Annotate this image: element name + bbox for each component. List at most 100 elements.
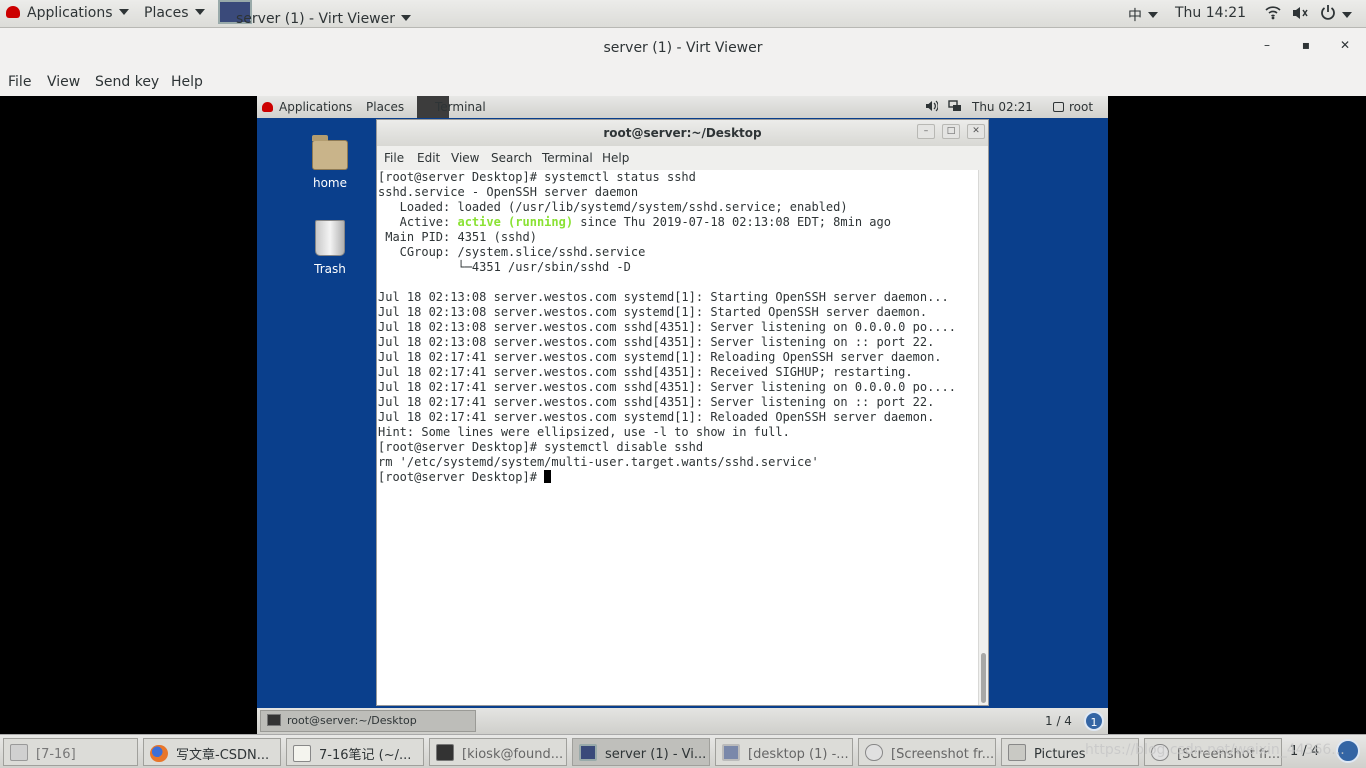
input-method-menu[interactable]: 中: [1128, 5, 1158, 25]
clock[interactable]: Thu 14:21: [1175, 5, 1246, 21]
taskbar-item-7-16[interactable]: [7-16]: [3, 738, 138, 766]
terminal-icon: [267, 714, 281, 726]
terminal-line: Jul 18 02:17:41 server.westos.com sshd[4…: [378, 395, 935, 409]
terminal-line-active: Active: active (running) since Thu 2019-…: [378, 215, 891, 229]
terminal-line: Jul 18 02:13:08 server.westos.com sshd[4…: [378, 335, 935, 349]
terminal-line: [root@server Desktop]# systemctl status …: [378, 170, 696, 184]
terminal-title: root@server:~/Desktop: [377, 120, 988, 146]
virt-viewer-window: server (1) - Virt Viewer – ▪ ✕ File View…: [0, 28, 1366, 96]
terminal-minimize-button[interactable]: –: [917, 124, 935, 139]
taskbar-item-screenshot-1[interactable]: [Screenshot fr...: [858, 738, 996, 766]
text-editor-icon: [293, 745, 311, 762]
notification-badge[interactable]: 1: [1084, 711, 1104, 731]
wifi-icon[interactable]: [1265, 4, 1281, 24]
chevron-down-icon: [401, 15, 411, 21]
guest-applications-label: Applications: [279, 100, 353, 114]
terminal-icon: [436, 744, 454, 761]
terminal-line: Main PID: 4351 (sshd): [378, 230, 537, 244]
chevron-down-icon: [1148, 12, 1158, 18]
input-method-label: 中: [1128, 8, 1142, 24]
watermark: https://blog.csdn.net/weixin_44366...: [1085, 742, 1345, 758]
terminal-line: Jul 18 02:17:41 server.westos.com sshd[4…: [378, 380, 956, 394]
menu-file[interactable]: File: [8, 74, 31, 90]
terminal-close-button[interactable]: ✕: [967, 124, 985, 139]
guest-places-menu[interactable]: Places: [366, 100, 404, 114]
desktop-icon-trash[interactable]: Trash: [300, 220, 360, 276]
terminal-scrollbar[interactable]: [978, 170, 988, 705]
window-title-label: server (1) - Virt Viewer: [236, 11, 395, 27]
terminal-menu-terminal[interactable]: Terminal: [542, 151, 593, 165]
file-icon: [10, 744, 28, 761]
desktop-icon-label: home: [312, 176, 348, 190]
menu-send-key[interactable]: Send key: [95, 74, 159, 90]
power-icon[interactable]: [1320, 4, 1352, 24]
terminal-line: Jul 18 02:17:41 server.westos.com sshd[4…: [378, 365, 913, 379]
terminal-line: Jul 18 02:17:41 server.westos.com system…: [378, 350, 942, 364]
taskbar-item-csdn[interactable]: 写文章-CSDN...: [143, 738, 281, 766]
screenshot-icon: [865, 744, 883, 761]
terminal-menu-view[interactable]: View: [451, 151, 479, 165]
terminal-menu-bar: File Edit View Search Terminal Help: [377, 146, 988, 170]
chevron-down-icon: [118, 9, 129, 15]
trash-icon: [315, 220, 345, 256]
redhat-icon: [6, 6, 20, 18]
folder-icon: [1008, 744, 1026, 761]
desktop-icon-home[interactable]: home: [300, 135, 360, 190]
guest-task-terminal[interactable]: root@server:~/Desktop: [260, 710, 476, 732]
host-top-bar: Applications Places server (1) - Virt Vi…: [0, 0, 1366, 28]
chevron-down-icon: [194, 9, 205, 15]
terminal-cursor: [544, 470, 552, 483]
terminal-maximize-button[interactable]: □: [942, 124, 960, 139]
desktop-icon-label: Trash: [314, 262, 346, 276]
taskbar-item-desktop[interactable]: [desktop (1) -...: [715, 738, 853, 766]
viewer-title: server (1) - Virt Viewer: [603, 40, 763, 56]
terminal-window[interactable]: root@server:~/Desktop – □ ✕ File Edit Vi…: [376, 119, 989, 706]
terminal-line: [root@server Desktop]# systemctl disable…: [378, 440, 704, 454]
menu-view[interactable]: View: [47, 74, 80, 90]
guest-terminal-menu[interactable]: Terminal: [435, 100, 486, 114]
maximize-button[interactable]: ▪: [1296, 38, 1316, 52]
applications-label: Applications: [27, 5, 113, 21]
chevron-down-icon: [1342, 12, 1352, 18]
terminal-menu-search[interactable]: Search: [491, 151, 532, 165]
active-status: active (running): [457, 215, 574, 229]
guest-top-bar: Applications Places Terminal Thu 02:21 r…: [257, 96, 1108, 118]
terminal-line: Loaded: loaded (/usr/lib/systemd/system/…: [378, 200, 848, 214]
terminal-line: rm '/etc/systemd/system/multi-user.targe…: [378, 455, 819, 469]
places-label: Places: [144, 5, 189, 21]
window-menu[interactable]: server (1) - Virt Viewer: [218, 0, 411, 27]
guest-workspace-indicator[interactable]: 1 / 4: [1045, 714, 1072, 728]
minimize-button[interactable]: –: [1257, 38, 1277, 52]
guest-clock[interactable]: Thu 02:21: [972, 100, 1033, 114]
guest-display[interactable]: Applications Places Terminal Thu 02:21 r…: [257, 96, 1108, 734]
guest-taskbar: root@server:~/Desktop 1 / 4 1: [257, 708, 1108, 734]
taskbar-item-notes[interactable]: 7-16笔记 (~/...: [286, 738, 424, 766]
virt-viewer-icon: [722, 744, 740, 761]
firefox-icon: [150, 745, 168, 762]
places-menu[interactable]: Places: [144, 5, 205, 21]
guest-volume-icon[interactable]: [925, 100, 939, 115]
virt-viewer-icon: [579, 744, 597, 761]
terminal-output[interactable]: [root@server Desktop]# systemctl status …: [377, 170, 978, 705]
terminal-menu-file[interactable]: File: [384, 151, 404, 165]
applications-menu[interactable]: Applications: [6, 5, 129, 21]
terminal-prompt-line: [root@server Desktop]#: [378, 470, 978, 485]
guest-user-label: root: [1069, 100, 1094, 114]
menu-help[interactable]: Help: [171, 74, 203, 90]
close-button[interactable]: ✕: [1335, 38, 1355, 52]
terminal-line: Jul 18 02:13:08 server.westos.com system…: [378, 290, 949, 304]
user-icon: [1053, 102, 1064, 112]
taskbar-item-server[interactable]: server (1) - Vi...: [572, 738, 710, 766]
scrollbar-thumb[interactable]: [981, 653, 986, 703]
terminal-menu-help[interactable]: Help: [602, 151, 629, 165]
terminal-menu-edit[interactable]: Edit: [417, 151, 440, 165]
guest-user-menu[interactable]: root: [1053, 100, 1093, 114]
terminal-line: └─4351 /usr/sbin/sshd -D: [378, 260, 631, 274]
guest-network-icon[interactable]: [948, 100, 962, 115]
taskbar-item-kiosk[interactable]: [kiosk@found...: [429, 738, 567, 766]
guest-applications-menu[interactable]: Applications: [262, 100, 352, 114]
terminal-line: sshd.service - OpenSSH server daemon: [378, 185, 639, 199]
terminal-line: Jul 18 02:13:08 server.westos.com sshd[4…: [378, 320, 956, 334]
volume-icon[interactable]: [1292, 5, 1308, 25]
